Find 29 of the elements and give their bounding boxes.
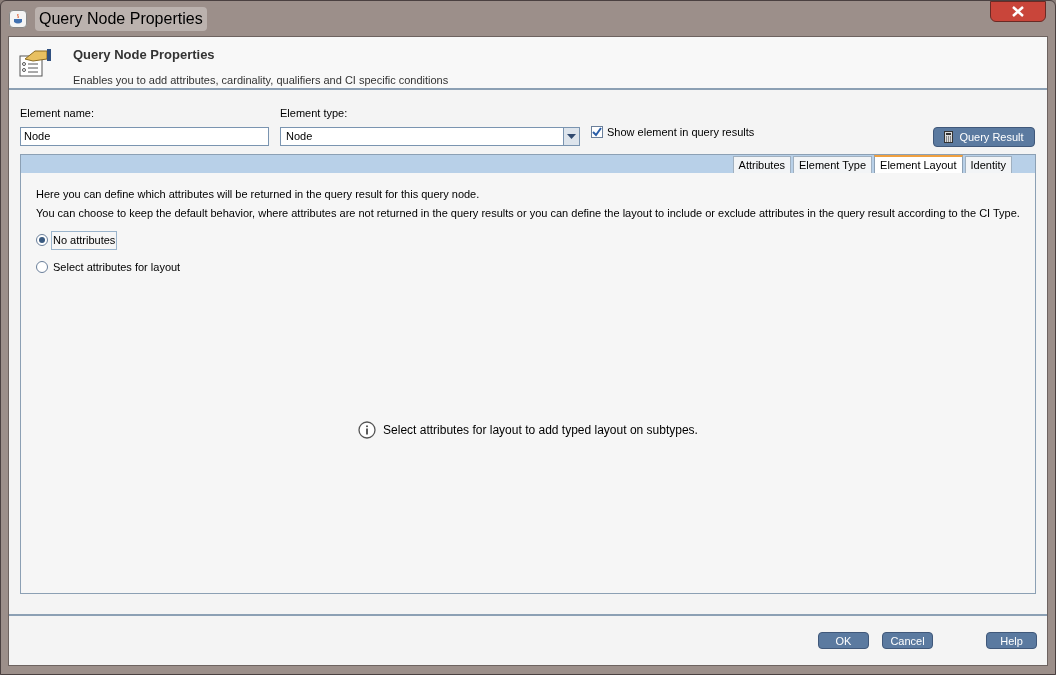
close-button[interactable] (990, 1, 1046, 22)
checkbox-label: Show element in query results (607, 125, 755, 140)
info-icon (358, 420, 377, 439)
window-title: Query Node Properties (35, 6, 207, 31)
tab[interactable]: Attributes (732, 156, 792, 173)
radio-button[interactable] (36, 260, 48, 273)
close-icon (1012, 6, 1024, 17)
info-message: Select attributes for layout to add typed layout on subtypes. (383, 421, 698, 439)
field-label: Element type: (280, 106, 349, 121)
tab[interactable]: Identity (964, 156, 1012, 173)
header-subtitle: Enables you to add attributes, cardinality, qualifiers and CI specific conditions (73, 72, 449, 88)
field-label: Element name: (20, 106, 95, 121)
description-text: You can choose to keep the default behavior, where attributes are not returned in the query results or you can define the layout to include or exclude attributes in the query result according to the CI Type. (36, 205, 1020, 221)
header-title: Query Node Properties (73, 46, 216, 64)
calculator-icon (944, 131, 954, 143)
description-text: Here you can define which attributes will be returned in the query result for this query node. (36, 187, 481, 202)
dialog-button[interactable]: Cancel (882, 632, 933, 649)
radio-button[interactable] (36, 234, 48, 247)
java-cup-icon (9, 9, 27, 28)
dialog-button[interactable]: Help (986, 632, 1037, 649)
tab[interactable]: Element Layout (874, 155, 963, 173)
radio-label: No attributes (51, 231, 118, 250)
query-result-button[interactable]: Query Result (933, 127, 1035, 147)
element-type-dropdown[interactable]: Node (280, 126, 580, 146)
tab[interactable]: Element Type (793, 156, 873, 173)
element-name-field[interactable]: Node (20, 126, 269, 146)
dialog-button[interactable]: OK (818, 632, 869, 649)
checkbox[interactable] (591, 126, 603, 139)
radio-label: Select attributes for layout (52, 259, 182, 275)
